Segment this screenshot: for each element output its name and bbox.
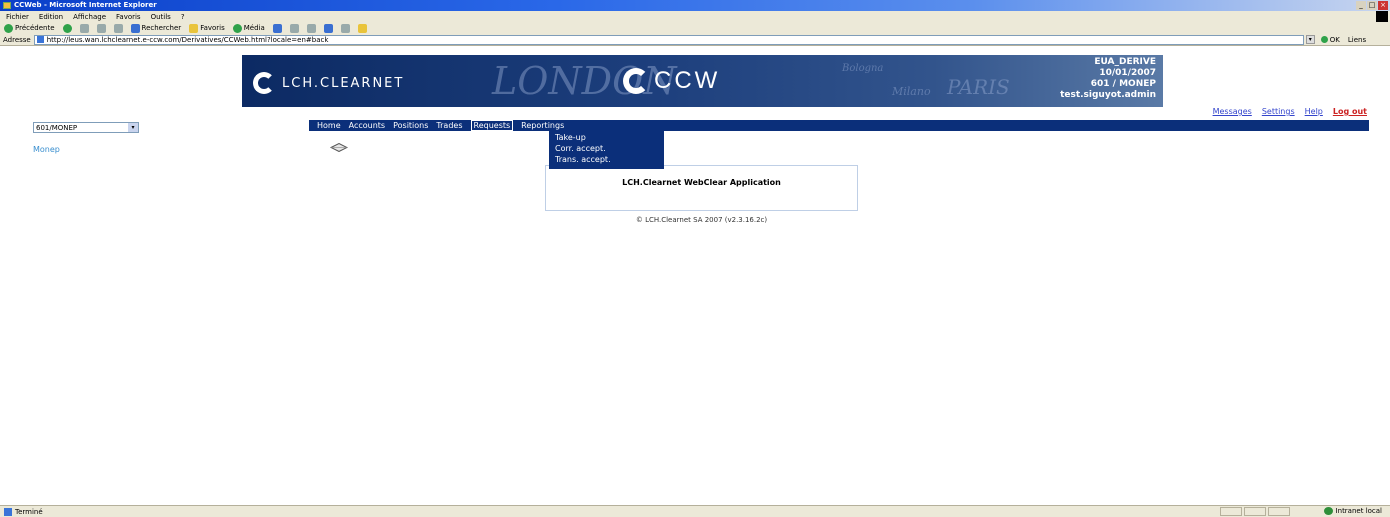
menu-item-take-up[interactable]: Take-up	[555, 133, 664, 142]
session-member: 601 / MONEP	[1090, 79, 1156, 89]
app-panel: LCH.Clearnet WebClear Application	[545, 165, 858, 211]
nav-trades[interactable]: Trades	[436, 121, 462, 130]
banner-map-word: PARIS	[947, 75, 1010, 99]
session-info: EUA_DERIVE 10/01/2007 601 / MONEP test.s…	[1060, 57, 1156, 101]
print-icon[interactable]	[306, 23, 316, 33]
mail-icon[interactable]	[289, 23, 299, 33]
go-arrow-icon	[1320, 36, 1328, 43]
star-icon	[189, 23, 199, 33]
window-titlebar: CCWeb - Microsoft Internet Explorer _ □ …	[0, 0, 1390, 11]
favorites-label: Favoris	[200, 24, 225, 32]
back-arrow-icon	[4, 23, 13, 33]
forward-arrow-icon[interactable]	[62, 23, 72, 33]
go-label: OK	[1329, 35, 1340, 44]
back-button[interactable]: Précédente	[4, 23, 55, 33]
status-cells	[1220, 507, 1290, 516]
search-icon	[130, 23, 140, 33]
banner-map-word: Milano	[892, 85, 931, 98]
menu-tools[interactable]: Outils	[151, 13, 171, 21]
messenger-icon[interactable]	[357, 23, 367, 33]
page-content: LONDON PARIS Milano Bologna LCH.CLEARNET…	[0, 47, 1390, 505]
search-button[interactable]: Rechercher	[130, 23, 182, 33]
nav-requests[interactable]: Requests	[470, 120, 514, 131]
nav-reportings[interactable]: Reportings	[521, 121, 564, 130]
home-icon[interactable]	[113, 23, 123, 33]
menu-item-trans-accept[interactable]: Trans. accept.	[555, 155, 664, 164]
intranet-icon	[1323, 507, 1333, 515]
header-banner: LONDON PARIS Milano Bologna LCH.CLEARNET…	[242, 55, 1163, 107]
main-nav: Home Accounts Positions Trades Requests …	[309, 120, 1369, 131]
search-label: Rechercher	[141, 24, 182, 32]
menu-favorites[interactable]: Favoris	[116, 13, 141, 21]
close-icon[interactable]: ×	[1378, 1, 1388, 10]
diamond-icon	[330, 143, 348, 152]
member-select[interactable]: 601/MONEP ▾	[33, 122, 139, 133]
status-cell	[1244, 507, 1266, 516]
logout-link[interactable]: Log out	[1333, 107, 1367, 116]
refresh-icon[interactable]	[96, 23, 106, 33]
ccw-brand: CCW	[654, 67, 721, 94]
lch-logo-icon	[253, 72, 275, 94]
edit-icon[interactable]	[323, 23, 333, 33]
menu-bar: Fichier Edition Affichage Favoris Outils…	[0, 11, 1390, 22]
links-button[interactable]: Liens	[1348, 36, 1366, 44]
status-cell	[1268, 507, 1290, 516]
media-label: Média	[243, 24, 265, 32]
status-left: Terminé	[4, 507, 43, 516]
nav-accounts[interactable]: Accounts	[349, 121, 385, 130]
windows-logo-icon	[1376, 11, 1388, 22]
menu-item-corr-accept[interactable]: Corr. accept.	[555, 144, 664, 153]
favorites-button[interactable]: Favoris	[189, 23, 225, 33]
top-links: Messages Settings Help Log out	[1213, 107, 1367, 116]
menu-help[interactable]: ?	[181, 13, 185, 21]
maximize-icon[interactable]: □	[1367, 1, 1377, 10]
session-system: EUA_DERIVE	[1094, 57, 1156, 67]
app-title: LCH.Clearnet WebClear Application	[622, 178, 781, 187]
discuss-icon[interactable]	[340, 23, 350, 33]
status-bar: Terminé Intranet local	[0, 505, 1390, 517]
requests-dropdown-menu: Take-up Corr. accept. Trans. accept.	[549, 131, 664, 169]
help-link[interactable]: Help	[1305, 107, 1323, 116]
menu-view[interactable]: Affichage	[73, 13, 106, 21]
member-select-value: 601/MONEP	[36, 123, 78, 132]
address-bar: Adresse http://leus.wan.lchclearnet.e-cc…	[0, 34, 1390, 46]
url-field[interactable]: http://leus.wan.lchclearnet.e-ccw.com/De…	[33, 34, 1304, 45]
url-text: http://leus.wan.lchclearnet.e-ccw.com/De…	[46, 35, 329, 44]
window-controls: _ □ ×	[1356, 1, 1388, 10]
settings-link[interactable]: Settings	[1262, 107, 1295, 116]
page-icon	[36, 36, 44, 43]
status-cell	[1220, 507, 1242, 516]
chevron-down-icon[interactable]: ▾	[128, 123, 138, 132]
minimize-icon[interactable]: _	[1356, 1, 1366, 10]
back-label: Précédente	[15, 24, 55, 32]
page-done-icon	[4, 507, 12, 516]
stop-icon[interactable]	[79, 23, 89, 33]
copyright-text: © LCH.Clearnet SA 2007 (v2.3.16.2c)	[635, 216, 768, 224]
window-title: CCWeb - Microsoft Internet Explorer	[14, 1, 157, 9]
ie-icon	[3, 2, 11, 9]
menu-file[interactable]: Fichier	[6, 13, 29, 21]
session-user: test.siguyot.admin	[1060, 90, 1156, 100]
security-zone: Intranet local	[1323, 507, 1382, 515]
go-button[interactable]: OK	[1320, 35, 1340, 44]
sidebar-link-monep[interactable]: Monep	[33, 145, 60, 154]
status-text: Terminé	[15, 507, 43, 516]
session-date: 10/01/2007	[1099, 68, 1156, 78]
media-icon	[232, 23, 242, 33]
nav-positions[interactable]: Positions	[393, 121, 428, 130]
menu-edit[interactable]: Edition	[39, 13, 63, 21]
toolbar: Précédente Rechercher Favoris Média	[0, 22, 1390, 34]
ccw-logo-icon	[623, 68, 649, 94]
media-button[interactable]: Média	[232, 23, 265, 33]
address-label: Adresse	[3, 35, 31, 44]
lch-brand: LCH.CLEARNET	[282, 76, 405, 91]
zone-text: Intranet local	[1335, 507, 1382, 515]
history-icon[interactable]	[272, 23, 282, 33]
messages-link[interactable]: Messages	[1213, 107, 1252, 116]
banner-map-word: Bologna	[842, 63, 884, 74]
nav-home[interactable]: Home	[317, 121, 341, 130]
url-dropdown-icon[interactable]: ▾	[1305, 35, 1315, 44]
